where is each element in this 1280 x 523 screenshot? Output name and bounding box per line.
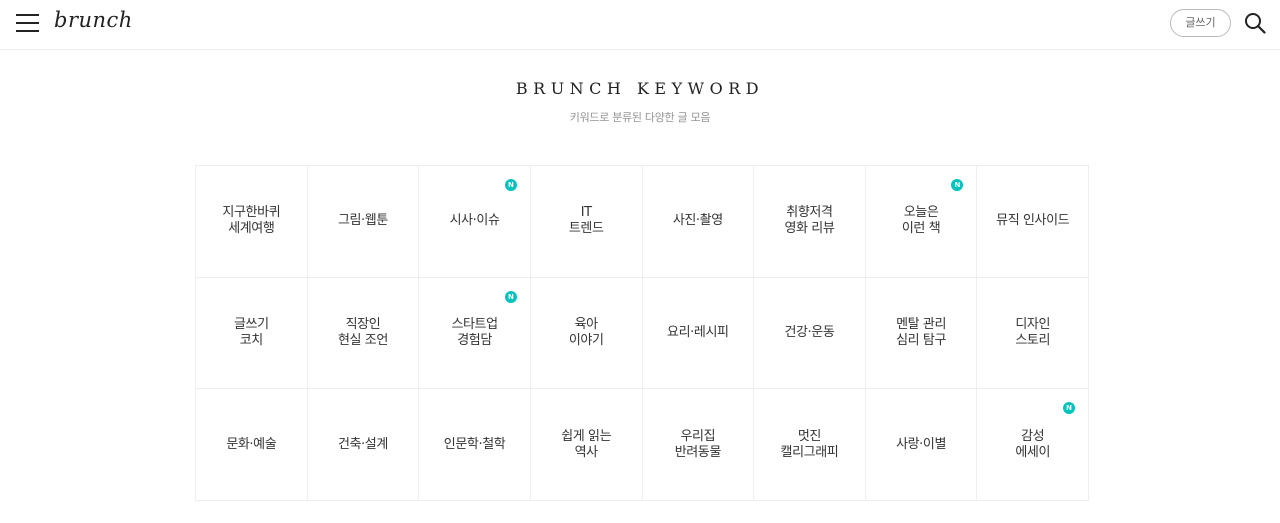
- write-button[interactable]: 글쓰기: [1170, 9, 1231, 37]
- keyword-cell[interactable]: N 감성 에세이: [977, 389, 1089, 501]
- hamburger-menu-icon[interactable]: [16, 13, 39, 33]
- keyword-cell[interactable]: 사랑·이별: [865, 389, 978, 501]
- keyword-label: 지구한바퀴 세계여행: [222, 205, 281, 237]
- keyword-label: 사랑·이별: [896, 436, 947, 452]
- keyword-cell[interactable]: 육아 이야기: [530, 277, 643, 390]
- keyword-cell[interactable]: 쉽게 읽는 역사: [530, 389, 643, 501]
- keyword-cell[interactable]: 인문학·철학: [419, 389, 531, 501]
- keyword-cell[interactable]: 멋진 캘리그래피: [754, 389, 866, 501]
- section-title: BRUNCH KEYWORD: [515, 79, 765, 98]
- new-badge: N: [504, 290, 517, 303]
- keyword-cell[interactable]: 그림·웹툰: [307, 166, 420, 278]
- keyword-label: 직장인 현실 조언: [337, 316, 388, 348]
- keyword-cell[interactable]: 사진·촬영: [642, 166, 755, 278]
- keyword-label: 인문학·철학: [443, 436, 506, 452]
- keyword-label: 시사·이슈: [449, 213, 500, 229]
- keyword-label: 육아 이야기: [568, 316, 604, 348]
- brunch-logo[interactable]: brunch: [54, 8, 133, 32]
- new-badge: N: [951, 179, 964, 191]
- keyword-cell[interactable]: 문화·예술: [196, 389, 308, 501]
- keyword-label: IT 트렌드: [568, 205, 604, 237]
- keyword-cell[interactable]: N 시사·이슈: [419, 166, 531, 278]
- keyword-cell[interactable]: 건강·운동: [754, 277, 866, 390]
- keyword-cell[interactable]: IT 트렌드: [530, 166, 643, 278]
- keyword-label: 오늘은 이런 책: [901, 205, 941, 237]
- keyword-label: 멋진 캘리그래피: [780, 428, 839, 460]
- top-header: brunch 글쓰기: [0, 0, 1280, 50]
- keyword-cell[interactable]: 요리·레시피: [642, 277, 755, 390]
- keyword-label: 글쓰기 코치: [233, 316, 269, 348]
- keyword-cell[interactable]: 뮤직 인사이드: [977, 166, 1089, 278]
- keyword-cell[interactable]: 건축·설계: [307, 389, 420, 501]
- keyword-label: 그림·웹툰: [337, 213, 388, 229]
- new-badge: N: [504, 179, 517, 191]
- keyword-label: 취향저격 영화 리뷰: [784, 205, 835, 237]
- keyword-cell[interactable]: 지구한바퀴 세계여행: [196, 166, 308, 278]
- keyword-grid: 지구한바퀴 세계여행 그림·웹툰 N 시사·이슈 IT 트렌드 사진·촬영 취향…: [195, 165, 1089, 501]
- search-icon[interactable]: [1244, 12, 1266, 34]
- keyword-label: 멘탈 관리 심리 탐구: [896, 316, 947, 348]
- keyword-cell[interactable]: 멘탈 관리 심리 탐구: [865, 277, 978, 390]
- keyword-label: 디자인 스토리: [1015, 316, 1051, 348]
- keyword-cell[interactable]: 직장인 현실 조언: [307, 277, 420, 390]
- keyword-label: 요리·레시피: [667, 324, 729, 340]
- keyword-label: 건축·설계: [337, 436, 388, 452]
- keyword-label: 건강·운동: [784, 324, 835, 340]
- new-badge: N: [1063, 402, 1075, 415]
- keyword-label: 뮤직 인사이드: [996, 213, 1070, 229]
- keyword-label: 문화·예술: [226, 436, 277, 452]
- keyword-cell[interactable]: 우리집 반려동물: [642, 389, 755, 501]
- keyword-label: 쉽게 읽는 역사: [561, 428, 612, 460]
- keyword-cell[interactable]: 글쓰기 코치: [196, 277, 308, 390]
- section-subtitle: 키워드로 분류된 다양한 글 모음: [569, 111, 711, 124]
- keyword-cell[interactable]: 취향저격 영화 리뷰: [754, 166, 866, 278]
- keyword-cell[interactable]: N 오늘은 이런 책: [865, 166, 978, 278]
- keyword-label: 사진·촬영: [672, 213, 723, 229]
- keyword-label: 감성 에세이: [1015, 428, 1051, 460]
- keyword-cell[interactable]: 디자인 스토리: [977, 277, 1089, 390]
- keyword-label: 우리집 반려동물: [674, 428, 722, 460]
- keyword-cell[interactable]: N 스타트업 경험담: [419, 277, 531, 390]
- keyword-label: 스타트업 경험담: [451, 316, 498, 348]
